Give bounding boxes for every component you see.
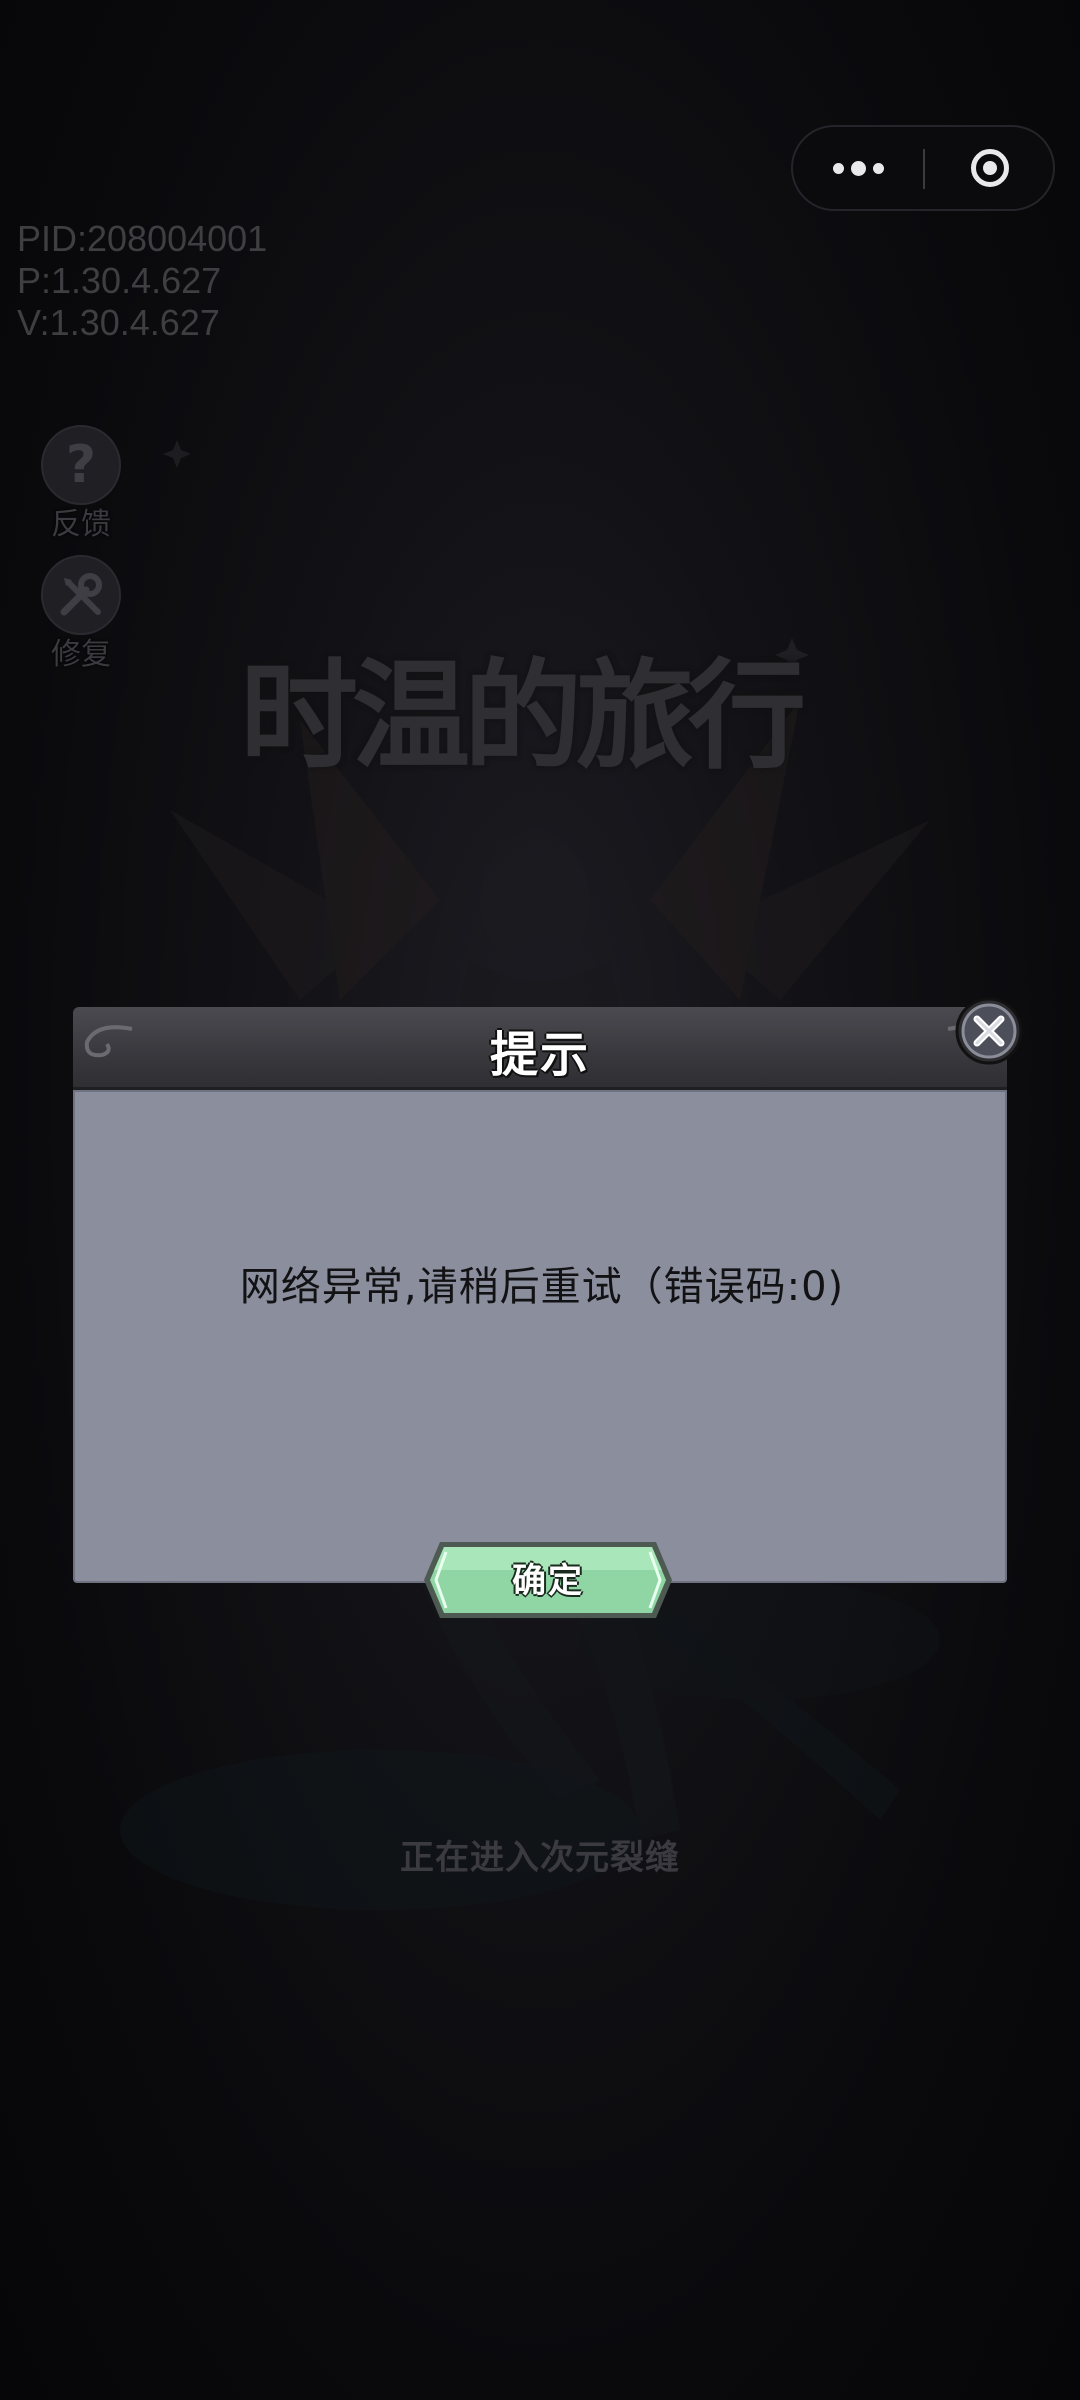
pid-text: PID:208004001 [17,218,268,259]
more-dots-icon [832,162,844,174]
game-logo-title: 时温的旅行 [240,646,806,785]
close-x-icon [955,997,1023,1065]
alert-dialog: 提示 网络异常,请稍后重试（错误码:0) 确定 [73,1007,1007,1618]
target-circle-icon [971,149,1009,187]
dialog-title: 提示 [489,1027,590,1083]
v-version-text: V:1.30.4.627 [17,302,220,343]
exit-miniprogram-button[interactable] [925,127,1055,209]
confirm-label: 确定 [512,1561,584,1601]
confirm-button[interactable]: 确定 [422,1540,674,1620]
question-icon: ? [41,425,121,505]
miniprogram-capsule [791,125,1055,211]
p-version-text: P:1.30.4.627 [17,260,222,301]
error-message: 网络异常,请稍后重试（错误码:0) [239,1264,845,1310]
dialog-close-button[interactable] [955,997,1023,1065]
game-screen: 时温的旅行 正在进入次元裂缝 PID:208004001 P:1.30.4.62… [0,0,1080,2400]
loading-status-text: 正在进入次元裂缝 [400,1838,680,1878]
more-button[interactable] [793,127,923,209]
feedback-label: 反馈 [51,507,111,542]
version-info: PID:208004001 P:1.30.4.627 V:1.30.4.627 [17,218,267,344]
repair-button[interactable]: 修复 [36,555,126,673]
wrench-screwdriver-icon [41,555,121,635]
dialog-body: 网络异常,请稍后重试（错误码:0) 确定 [73,1090,1007,1618]
feedback-button[interactable]: ? 反馈 [36,425,126,543]
dialog-header: 提示 [73,1007,1007,1090]
repair-label: 修复 [51,637,111,672]
